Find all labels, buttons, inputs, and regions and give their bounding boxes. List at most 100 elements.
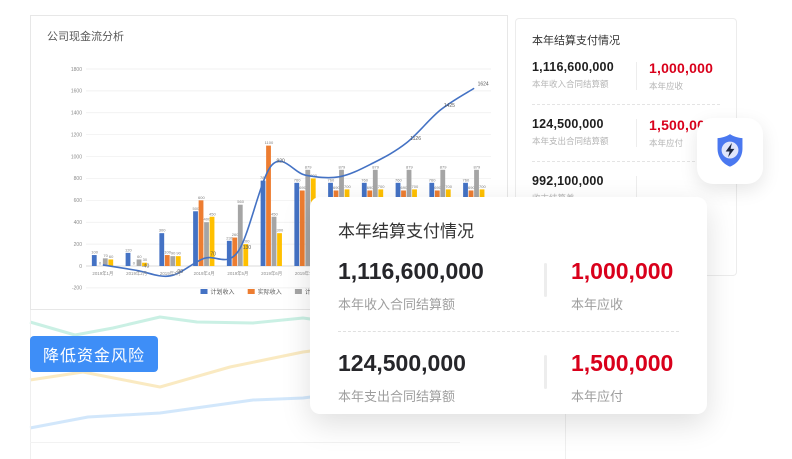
- summary-receivable: 1,000,000 本年应收: [649, 60, 713, 92]
- svg-text:1126: 1126: [410, 136, 421, 142]
- popup-expense-label: 本年支出合同结算额: [338, 386, 544, 405]
- svg-text:600: 600: [74, 198, 83, 204]
- svg-text:760: 760: [395, 177, 402, 182]
- dashed-divider: [338, 331, 679, 332]
- svg-text:60: 60: [109, 254, 114, 259]
- column-divider: [544, 263, 547, 297]
- popup-income-value: 1,116,600,000: [338, 258, 544, 285]
- svg-text:1200: 1200: [71, 132, 82, 138]
- expense-settled-label: 本年支出合同结算额: [532, 135, 628, 147]
- svg-text:700: 700: [445, 184, 452, 189]
- svg-text:实际收入: 实际收入: [258, 288, 282, 296]
- popup-receivable: 1,000,000 本年应收: [571, 258, 673, 313]
- layout-divider-bottom: [30, 442, 460, 443]
- svg-text:0: 0: [99, 261, 102, 266]
- svg-text:450: 450: [271, 211, 278, 216]
- settlement-popup-card: 本年结算支付情况 1,116,600,000 本年收入合同结算额 1,000,0…: [310, 197, 707, 414]
- svg-text:200: 200: [74, 242, 83, 248]
- chart-title: 公司现金流分析: [47, 28, 124, 44]
- svg-text:560: 560: [237, 199, 244, 204]
- svg-text:450: 450: [209, 211, 216, 216]
- svg-text:30: 30: [143, 257, 148, 262]
- svg-text:879: 879: [406, 164, 413, 169]
- svg-text:760: 760: [294, 177, 301, 182]
- svg-text:100: 100: [91, 250, 98, 255]
- svg-text:0: 0: [79, 264, 82, 270]
- svg-text:1100: 1100: [265, 140, 274, 145]
- svg-text:879: 879: [440, 164, 447, 169]
- popup-income-settled: 1,116,600,000 本年收入合同结算额: [338, 258, 544, 313]
- svg-text:90: 90: [171, 251, 176, 256]
- layout-divider-left: [30, 310, 31, 459]
- popup-expense-value: 124,500,000: [338, 350, 544, 377]
- svg-text:760: 760: [463, 177, 470, 182]
- popup-receivable-label: 本年应收: [571, 294, 673, 313]
- popup-row-income: 1,116,600,000 本年收入合同结算额 1,000,000 本年应收: [338, 258, 679, 313]
- svg-text:2019年6月: 2019年6月: [261, 270, 282, 277]
- svg-text:2019年5月: 2019年5月: [227, 270, 248, 277]
- column-divider: [636, 62, 637, 90]
- risk-reduction-badge: 降低资金风险: [30, 336, 158, 372]
- column-divider: [544, 355, 547, 389]
- svg-text:800: 800: [74, 176, 83, 182]
- svg-text:120: 120: [125, 247, 132, 252]
- popup-payable-value: 1,500,000: [571, 350, 673, 377]
- income-settled-label: 本年收入合同结算额: [532, 78, 628, 90]
- svg-text:2019年2月: 2019年2月: [126, 270, 147, 277]
- svg-text:300: 300: [277, 228, 284, 233]
- svg-text:70: 70: [210, 251, 216, 257]
- popup-title: 本年结算支付情况: [338, 217, 679, 242]
- svg-text:1600: 1600: [71, 89, 82, 95]
- summary-row-expense: 124,500,000 本年支出合同结算额 1,500,000 本年应付: [532, 117, 720, 149]
- shield-badge-card: [697, 118, 763, 184]
- svg-text:879: 879: [474, 164, 481, 169]
- svg-text:600: 600: [198, 195, 205, 200]
- svg-text:400: 400: [74, 220, 83, 226]
- svg-text:700: 700: [412, 184, 419, 189]
- svg-text:700: 700: [344, 184, 351, 189]
- summary-title: 本年结算支付情况: [532, 32, 720, 48]
- dashed-divider: [532, 104, 720, 105]
- svg-text:2019年3月: 2019年3月: [160, 270, 181, 277]
- svg-text:-200: -200: [72, 286, 82, 292]
- column-divider: [636, 119, 637, 147]
- svg-text:300: 300: [159, 228, 166, 233]
- svg-text:60: 60: [137, 254, 142, 259]
- dashboard: 公司现金流分析 -2000200400600800100012001400160…: [0, 0, 792, 459]
- svg-text:130: 130: [243, 245, 252, 251]
- svg-text:计划收入: 计划收入: [211, 288, 235, 296]
- popup-expense-settled: 124,500,000 本年支出合同结算额: [338, 350, 544, 405]
- summary-income-settled: 1,116,600,000 本年收入合同结算额: [532, 60, 628, 90]
- popup-payable-label: 本年应付: [571, 386, 673, 405]
- svg-text:70: 70: [103, 253, 108, 258]
- summary-row-income: 1,116,600,000 本年收入合同结算额 1,000,000 本年应收: [532, 60, 720, 92]
- balance-value: 992,100,000: [532, 174, 628, 188]
- svg-text:2019年1月: 2019年1月: [92, 270, 113, 277]
- svg-text:2019年4月: 2019年4月: [194, 270, 215, 277]
- income-settled-value: 1,116,600,000: [532, 60, 628, 74]
- dashed-divider: [532, 161, 720, 162]
- receivable-value: 1,000,000: [649, 60, 713, 76]
- svg-text:1800: 1800: [71, 67, 82, 73]
- svg-text:1425: 1425: [444, 103, 455, 109]
- popup-receivable-value: 1,000,000: [571, 258, 673, 285]
- svg-text:1000: 1000: [71, 154, 82, 160]
- svg-text:760: 760: [429, 177, 436, 182]
- svg-text:700: 700: [479, 184, 486, 189]
- summary-expense-settled: 124,500,000 本年支出合同结算额: [532, 117, 628, 147]
- svg-text:0: 0: [133, 261, 136, 266]
- popup-row-expense: 124,500,000 本年支出合同结算额 1,500,000 本年应付: [338, 350, 679, 405]
- svg-text:-40: -40: [142, 263, 149, 269]
- svg-text:1624: 1624: [478, 81, 489, 87]
- svg-text:90: 90: [176, 251, 181, 256]
- svg-text:700: 700: [378, 184, 385, 189]
- svg-text:879: 879: [305, 164, 312, 169]
- svg-text:879: 879: [372, 164, 379, 169]
- svg-text:879: 879: [339, 164, 346, 169]
- popup-payable: 1,500,000 本年应付: [571, 350, 673, 405]
- popup-income-label: 本年收入合同结算额: [338, 294, 544, 313]
- svg-text:760: 760: [361, 177, 368, 182]
- shield-lightning-icon: [707, 128, 753, 174]
- expense-settled-value: 124,500,000: [532, 117, 628, 131]
- svg-text:1400: 1400: [71, 111, 82, 117]
